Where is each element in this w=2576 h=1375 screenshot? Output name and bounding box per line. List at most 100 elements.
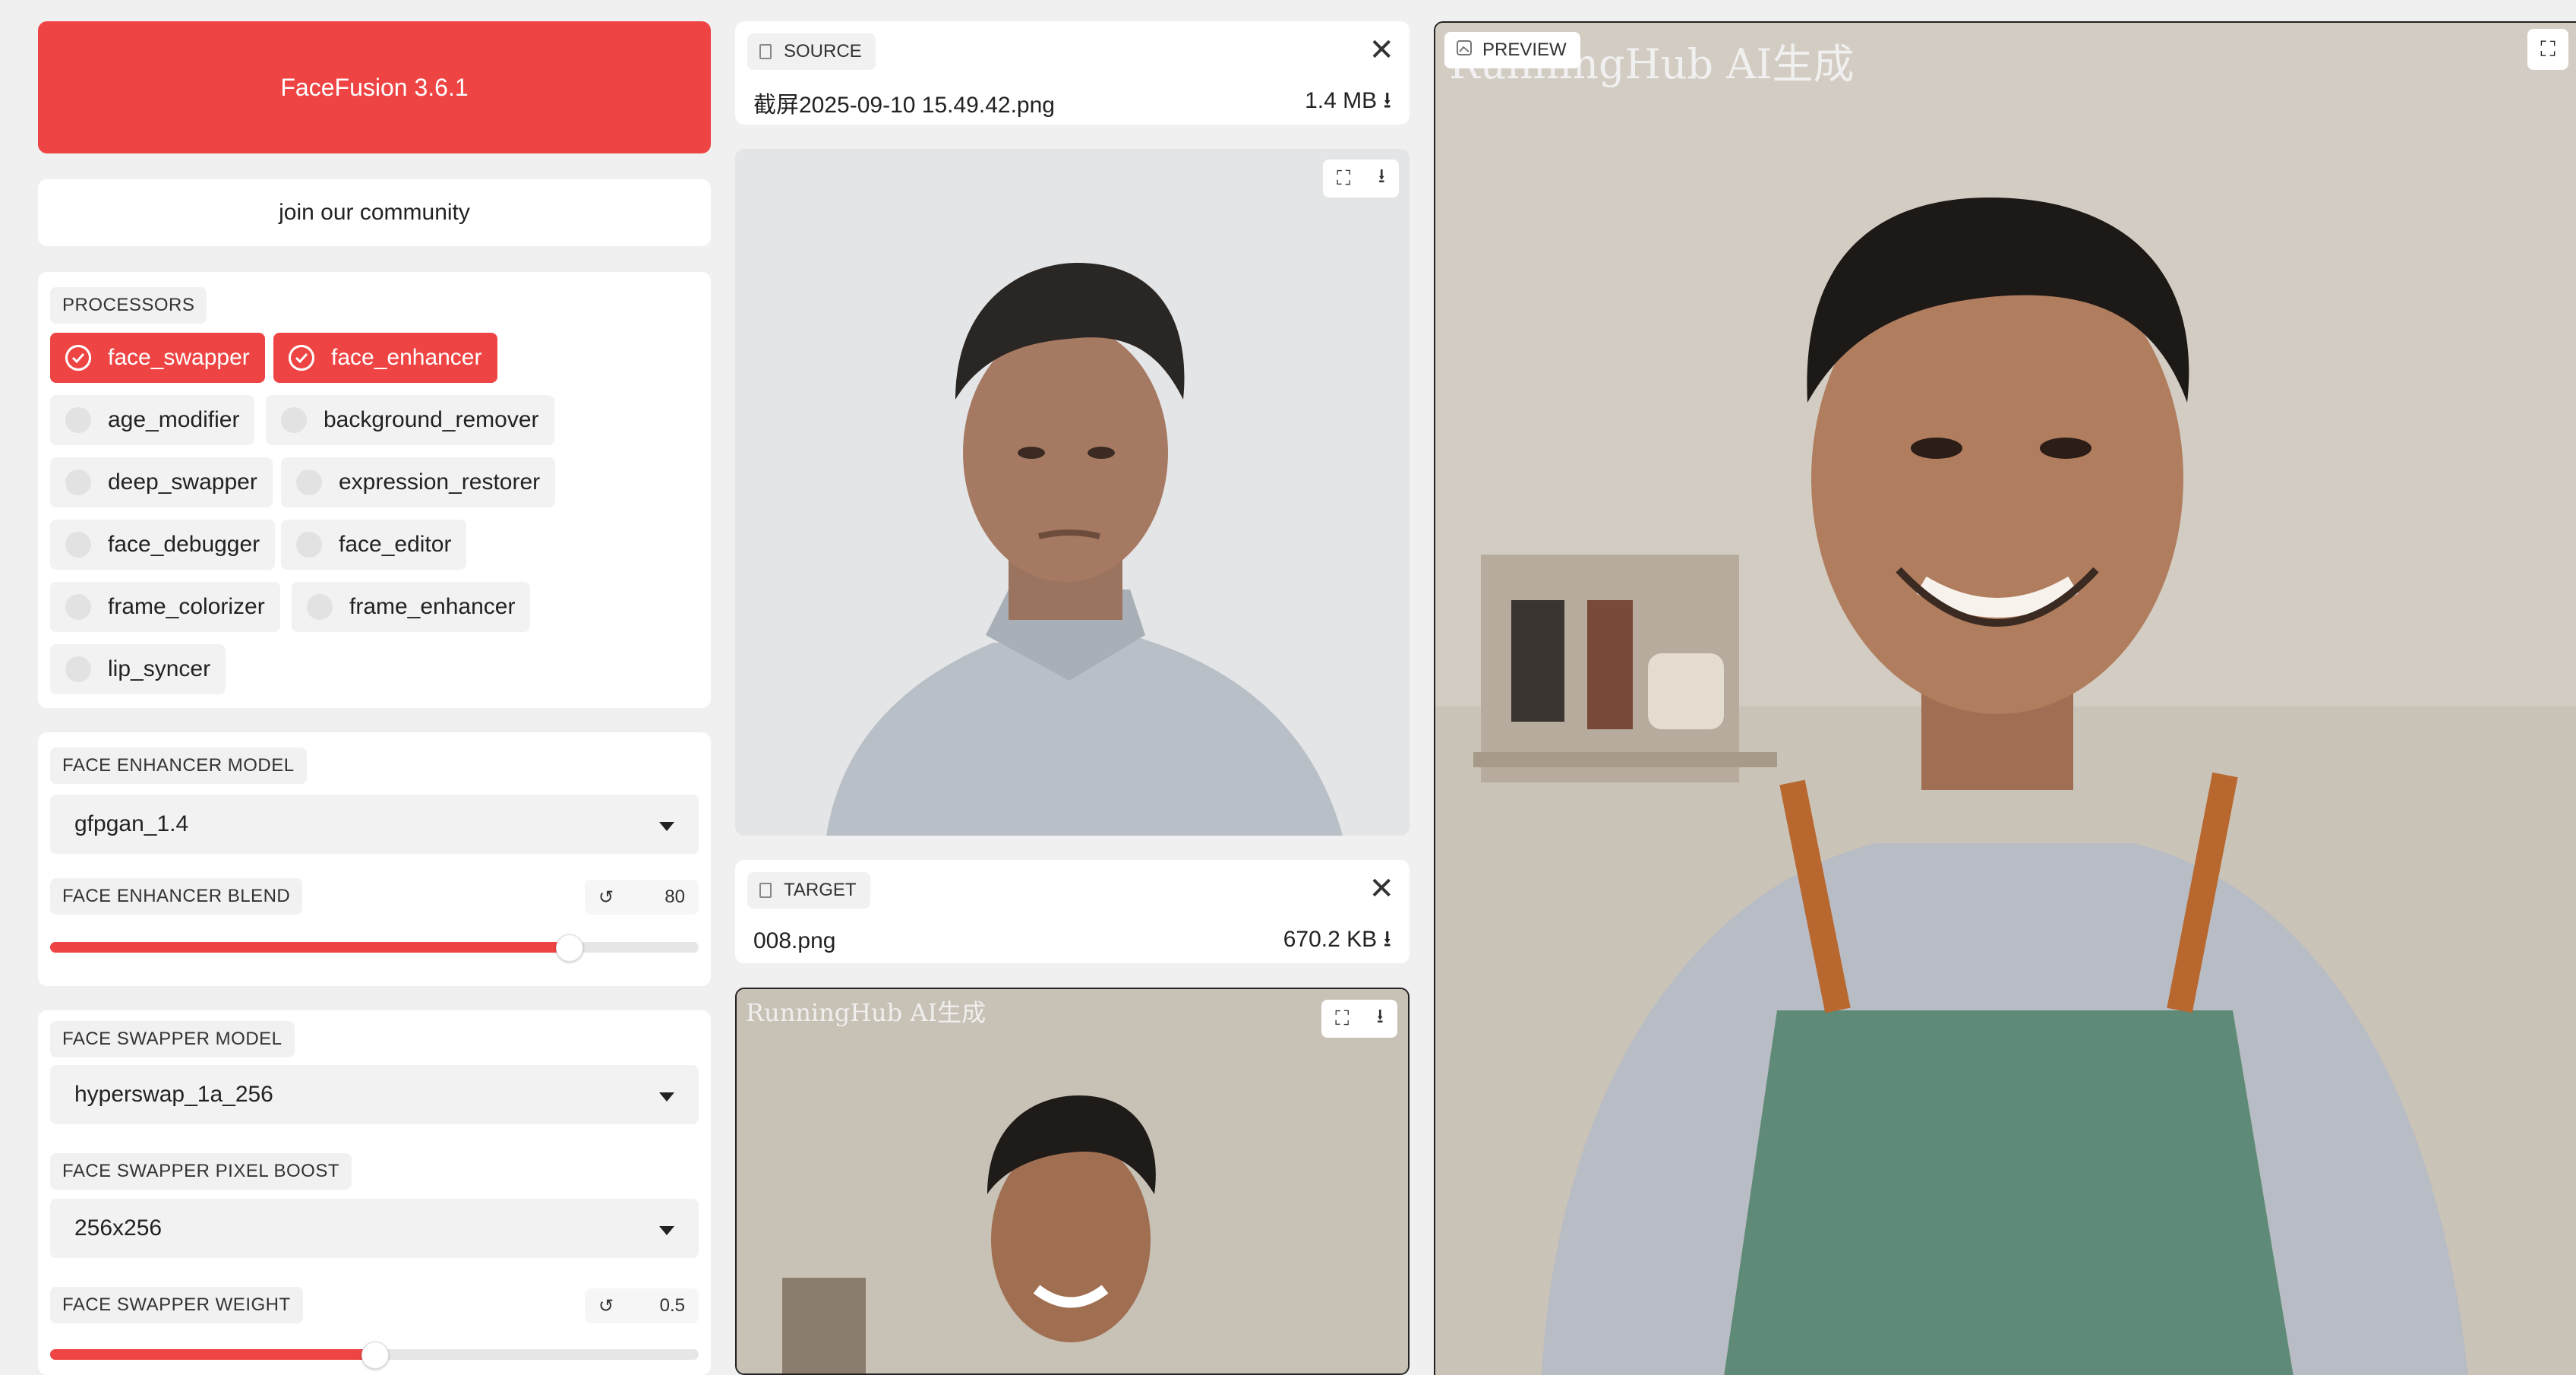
processor-label: face_editor xyxy=(339,532,452,557)
face-swapper-panel: FACE SWAPPER MODEL hyperswap_1a_256 FACE… xyxy=(38,1010,711,1375)
processor-face-swapper[interactable]: face_swapper xyxy=(50,333,265,383)
processors-label: PROCESSORS xyxy=(50,287,207,324)
processor-label: face_enhancer xyxy=(331,345,482,370)
processor-frame-colorizer[interactable]: frame_colorizer xyxy=(50,582,280,632)
face-enhancer-model-dropdown[interactable]: gfpgan_1.4 xyxy=(50,795,699,854)
join-community-button[interactable]: join our community xyxy=(38,179,711,246)
processor-label: frame_enhancer xyxy=(349,594,516,619)
preview-label-text: PREVIEW xyxy=(1482,40,1567,60)
target-watermark: RunningHub AI生成 xyxy=(746,998,987,1027)
checkbox-unchecked-icon xyxy=(65,656,91,682)
checkbox-unchecked-icon xyxy=(296,532,322,558)
source-label-text: SOURCE xyxy=(784,41,862,62)
fullscreen-icon: ⛶ xyxy=(2540,36,2555,61)
source-file-row[interactable]: 截屏2025-09-10 15.49.42.png 1.4 MB ⭳ xyxy=(735,81,1410,125)
processors-panel: PROCESSORS face_swapper face_enhancer ag… xyxy=(38,272,711,708)
left-column: FaceFusion 3.6.1 join our community PROC… xyxy=(38,21,711,1375)
file-icon xyxy=(759,883,772,898)
checkbox-unchecked-icon xyxy=(65,469,91,495)
app-title-button[interactable]: FaceFusion 3.6.1 xyxy=(38,21,711,153)
target-filename: 008.png xyxy=(753,928,836,953)
face-enhancer-blend-input[interactable]: ↺ 80 xyxy=(585,880,699,915)
image-toolbar: ⛶ ⭳ xyxy=(1323,160,1399,198)
target-filesize[interactable]: 670.2 KB ⭳ xyxy=(1283,922,1391,961)
checkbox-checked-icon xyxy=(65,345,91,371)
processor-label: expression_restorer xyxy=(339,469,541,495)
slider-thumb[interactable] xyxy=(556,934,584,962)
slider-thumb[interactable] xyxy=(361,1342,389,1369)
target-label: TARGET xyxy=(747,872,870,909)
preview-portrait-image xyxy=(1435,23,2576,1375)
preview-label: PREVIEW xyxy=(1444,32,1580,68)
download-icon[interactable]: ⭳ xyxy=(1378,162,1385,195)
processor-frame-enhancer[interactable]: frame_enhancer xyxy=(292,582,531,632)
checkbox-unchecked-icon xyxy=(65,532,91,558)
checkbox-unchecked-icon xyxy=(65,407,91,433)
processor-label: background_remover xyxy=(324,407,539,432)
processor-lip-syncer[interactable]: lip_syncer xyxy=(50,644,226,694)
source-portrait-image xyxy=(735,149,1410,836)
weight-value: 0.5 xyxy=(659,1295,685,1316)
fullscreen-icon[interactable]: ⛶ xyxy=(1335,1007,1349,1031)
face-enhancer-blend-slider[interactable] xyxy=(50,934,699,962)
processor-label: deep_swapper xyxy=(108,469,257,495)
chevron-down-icon xyxy=(659,1215,674,1241)
image-toolbar: ⛶ ⭳ xyxy=(1321,1000,1397,1038)
chevron-down-icon xyxy=(659,1082,674,1108)
dropdown-value: gfpgan_1.4 xyxy=(74,811,189,836)
preview-image: RunningHub AI生成 xyxy=(1434,21,2576,1375)
download-icon[interactable]: ⭳ xyxy=(1377,1002,1384,1035)
source-file-card: SOURCE ✕ 截屏2025-09-10 15.49.42.png 1.4 M… xyxy=(735,21,1410,125)
processor-label: face_debugger xyxy=(108,532,260,557)
face-swapper-pixel-boost-dropdown[interactable]: 256x256 xyxy=(50,1199,699,1258)
checkbox-checked-icon xyxy=(289,345,314,371)
processor-label: face_swapper xyxy=(108,345,250,370)
target-file-card: TARGET ✕ 008.png 670.2 KB ⭳ xyxy=(735,860,1410,963)
processor-deep-swapper[interactable]: deep_swapper xyxy=(50,457,273,507)
face-swapper-pixel-boost-label: FACE SWAPPER PIXEL BOOST xyxy=(50,1153,352,1190)
checkbox-unchecked-icon xyxy=(307,594,333,620)
source-label: SOURCE xyxy=(747,33,876,70)
file-icon xyxy=(759,44,772,59)
face-swapper-weight-input[interactable]: ↺ 0.5 xyxy=(585,1288,699,1323)
processor-face-debugger[interactable]: face_debugger xyxy=(50,520,276,570)
face-enhancer-panel: FACE ENHANCER MODEL gfpgan_1.4 FACE ENHA… xyxy=(38,732,711,986)
face-swapper-weight-label: FACE SWAPPER WEIGHT xyxy=(50,1287,303,1323)
checkbox-unchecked-icon xyxy=(296,469,322,495)
dropdown-value: 256x256 xyxy=(74,1215,163,1241)
face-swapper-weight-slider[interactable] xyxy=(50,1342,699,1369)
processor-age-modifier[interactable]: age_modifier xyxy=(50,395,255,445)
preview-fullscreen-button[interactable]: ⛶ xyxy=(2527,29,2568,70)
close-icon[interactable]: ✕ xyxy=(1368,874,1394,904)
target-label-text: TARGET xyxy=(784,880,857,900)
preview-panel: RunningHub AI生成 PREVIEW ⛶ xyxy=(1434,21,2576,1375)
source-filesize[interactable]: 1.4 MB ⭳ xyxy=(1305,84,1391,122)
fullscreen-icon[interactable]: ⛶ xyxy=(1337,166,1350,191)
source-image: ⛶ ⭳ xyxy=(735,149,1410,836)
face-enhancer-blend-label: FACE ENHANCER BLEND xyxy=(50,878,303,915)
slider-fill xyxy=(50,942,570,953)
checkbox-unchecked-icon xyxy=(281,407,307,433)
image-icon xyxy=(1457,40,1472,61)
dropdown-value: hyperswap_1a_256 xyxy=(74,1082,273,1107)
target-file-row[interactable]: 008.png 670.2 KB ⭳ xyxy=(735,919,1410,963)
chevron-down-icon xyxy=(659,811,674,837)
close-icon[interactable]: ✕ xyxy=(1368,35,1394,65)
source-filename: 截屏2025-09-10 15.49.42.png xyxy=(753,93,1055,118)
slider-fill xyxy=(50,1349,374,1360)
processor-face-editor[interactable]: face_editor xyxy=(281,520,467,570)
processor-label: frame_colorizer xyxy=(108,594,265,619)
face-swapper-model-dropdown[interactable]: hyperswap_1a_256 xyxy=(50,1065,699,1124)
processor-label: lip_syncer xyxy=(108,656,211,681)
reset-icon[interactable]: ↺ xyxy=(598,1295,614,1317)
face-swapper-model-label: FACE SWAPPER MODEL xyxy=(50,1021,295,1057)
processor-background-remover[interactable]: background_remover xyxy=(266,395,554,445)
processor-expression-restorer[interactable]: expression_restorer xyxy=(281,457,556,507)
blend-value: 80 xyxy=(665,887,685,907)
face-enhancer-model-label: FACE ENHANCER MODEL xyxy=(50,748,307,784)
reset-icon[interactable]: ↺ xyxy=(598,887,614,909)
target-portrait-image xyxy=(737,989,1408,1373)
checkbox-unchecked-icon xyxy=(65,594,91,620)
processor-face-enhancer[interactable]: face_enhancer xyxy=(273,333,497,383)
target-image: RunningHub AI生成 ⛶ ⭳ xyxy=(735,988,1410,1375)
